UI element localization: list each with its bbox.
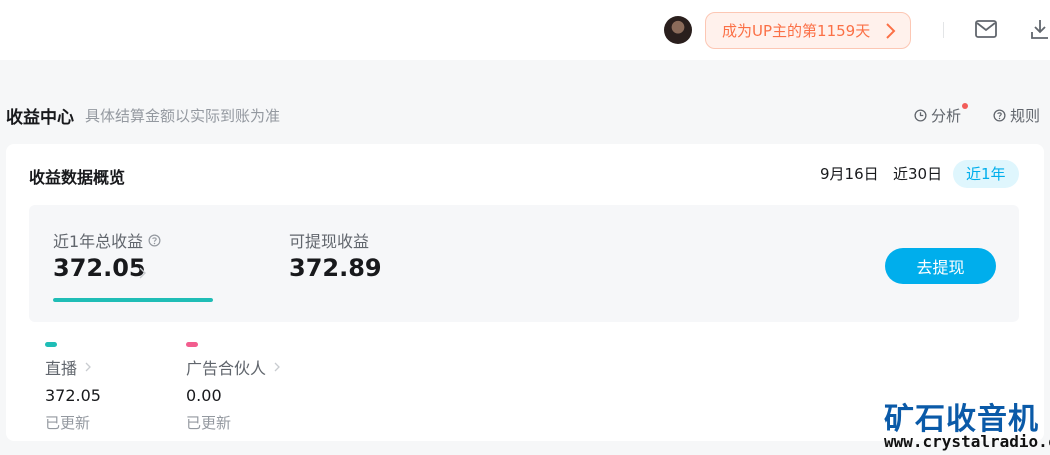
rules-link[interactable]: 规则 bbox=[993, 105, 1040, 126]
range-1-year-option[interactable]: 近1年 bbox=[953, 160, 1019, 188]
chevron-right-icon[interactable] bbox=[139, 267, 146, 279]
withdraw-button[interactable]: 去提现 bbox=[885, 248, 996, 284]
source-status: 已更新 bbox=[45, 414, 91, 432]
up-days-badge[interactable]: 成为UP主的第1159天 bbox=[705, 12, 911, 49]
page-subtitle: 具体结算金额以实际到账为准 bbox=[85, 107, 281, 125]
source-name-row: 广告合伙人 bbox=[186, 355, 280, 379]
analysis-label: 分析 bbox=[931, 107, 962, 125]
source-status: 已更新 bbox=[186, 414, 232, 432]
live-color-marker bbox=[45, 342, 57, 347]
withdrawable-value: 372.89 bbox=[289, 254, 382, 282]
rules-label: 规则 bbox=[1010, 107, 1041, 125]
source-name: 直播 bbox=[45, 359, 78, 378]
earnings-summary: 近1年总收益 372.05 可提现收益 372.89 去提现 bbox=[29, 205, 1019, 322]
source-value: 372.05 bbox=[45, 386, 101, 405]
up-days-label: 成为UP主的第1159天 bbox=[722, 22, 871, 40]
download-icon[interactable] bbox=[1030, 18, 1050, 40]
ad-color-marker bbox=[186, 342, 198, 347]
page-title: 收益中心 bbox=[6, 108, 74, 128]
source-ad-partner[interactable]: 广告合伙人 0.00 已更新 bbox=[186, 342, 280, 433]
toolbar-divider bbox=[943, 22, 944, 38]
source-live[interactable]: 直播 372.05 已更新 bbox=[45, 342, 101, 433]
chevron-right-icon bbox=[886, 23, 896, 39]
help-icon bbox=[993, 109, 1006, 122]
source-name: 广告合伙人 bbox=[186, 359, 267, 378]
withdrawable-label: 可提现收益 bbox=[289, 232, 370, 251]
mail-icon[interactable] bbox=[975, 20, 997, 38]
chevron-right-icon bbox=[85, 362, 91, 372]
watermark-url: www.crystalradio.cn bbox=[884, 432, 1050, 451]
avatar[interactable] bbox=[664, 16, 692, 44]
range-date-option[interactable]: 9月16日 bbox=[810, 160, 889, 188]
help-icon[interactable] bbox=[148, 234, 161, 247]
total-earnings-progress bbox=[53, 298, 213, 302]
clock-icon bbox=[914, 109, 927, 122]
source-name-row: 直播 bbox=[45, 355, 101, 379]
range-30-days-option[interactable]: 近30日 bbox=[883, 160, 952, 188]
top-bar: 成为UP主的第1159天 bbox=[0, 0, 1050, 60]
total-earnings-label: 近1年总收益 bbox=[53, 232, 144, 251]
source-value: 0.00 bbox=[186, 386, 222, 405]
notification-dot bbox=[962, 103, 968, 109]
total-earnings-label-row: 近1年总收益 bbox=[53, 228, 161, 252]
total-earnings-value[interactable]: 372.05 bbox=[53, 254, 146, 282]
progress-fill bbox=[53, 298, 213, 302]
analysis-link[interactable]: 分析 bbox=[914, 105, 961, 126]
overview-title: 收益数据概览 bbox=[29, 168, 126, 187]
chevron-right-icon bbox=[274, 362, 280, 372]
